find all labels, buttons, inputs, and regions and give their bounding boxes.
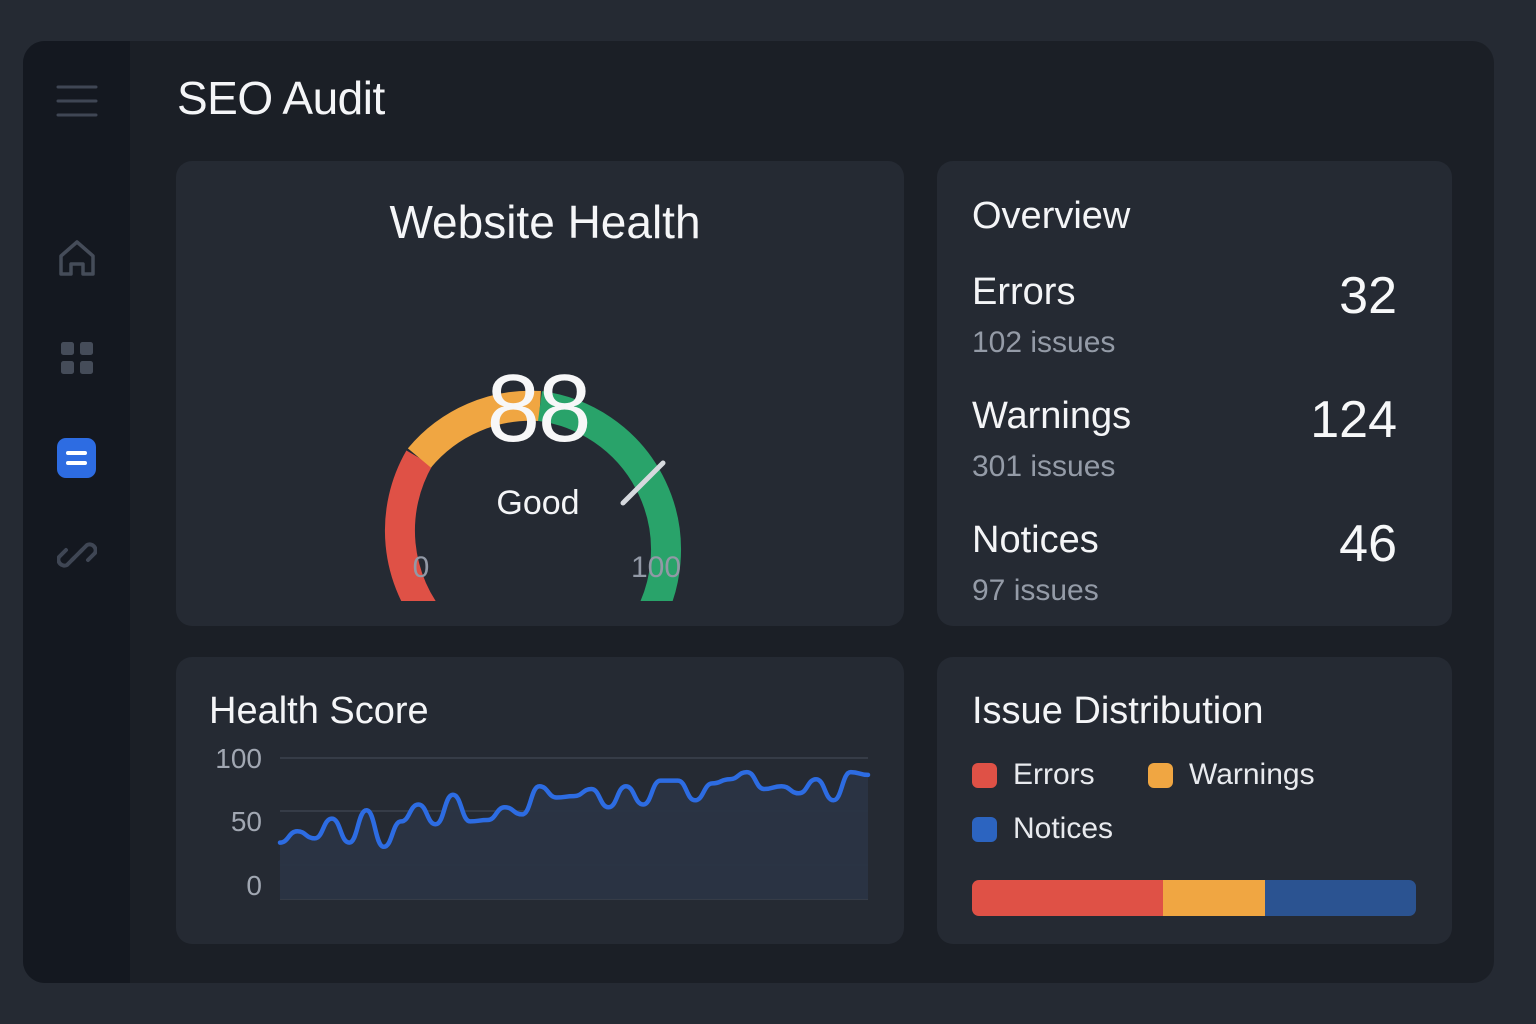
grid-icon[interactable] — [58, 339, 96, 377]
menu-icon[interactable] — [55, 81, 99, 121]
stat-value: 46 — [1339, 515, 1397, 573]
legend-label: Errors — [1013, 758, 1095, 791]
link-icon[interactable] — [57, 535, 97, 575]
sidebar — [23, 41, 130, 983]
y-tick-label: 100 — [215, 745, 262, 774]
stat-value: 124 — [1310, 391, 1397, 449]
stat-label: Warnings — [972, 395, 1132, 437]
issue-distribution-title: Issue Distribution — [972, 690, 1264, 732]
gauge-min-label: 0 — [412, 551, 430, 584]
overview-row-warnings[interactable]: Warnings 301 issues 124 — [972, 391, 1397, 485]
distribution-segment-errors — [972, 880, 1163, 916]
legend-label: Notices — [1013, 812, 1114, 845]
overview-title: Overview — [972, 195, 1131, 237]
legend-swatch-warnings — [1148, 762, 1173, 788]
y-tick-label: 0 — [246, 870, 262, 901]
health-score-card: Health Score 100 50 0 — [176, 657, 904, 944]
legend-warnings[interactable]: Warnings — [1148, 758, 1315, 792]
legend-swatch-notices — [972, 816, 997, 842]
health-score-chart: 100 50 0 — [215, 745, 871, 901]
overview-row-notices[interactable]: Notices 97 issues 46 — [972, 515, 1397, 609]
health-score-status: Good — [496, 484, 580, 522]
audit-icon[interactable] — [57, 438, 96, 478]
health-score-value: 88 — [486, 355, 592, 462]
website-health-card: Website Health 88 Good 0 100 — [176, 161, 904, 626]
legend-notices[interactable]: Notices — [972, 812, 1113, 846]
issue-distribution-card: Issue Distribution Errors Warnings Notic… — [937, 657, 1452, 944]
home-icon[interactable] — [56, 237, 98, 279]
overview-card: Overview Errors 102 issues 32 Warnings 3… — [937, 161, 1452, 626]
issue-distribution-bar — [972, 880, 1416, 916]
website-health-title: Website Health — [389, 196, 701, 248]
legend-errors[interactable]: Errors — [972, 758, 1095, 792]
distribution-segment-notices — [1265, 880, 1416, 916]
health-score-title: Health Score — [209, 690, 429, 732]
legend-label: Warnings — [1189, 758, 1315, 791]
gauge-max-label: 100 — [630, 551, 682, 584]
legend-swatch-errors — [972, 762, 997, 788]
stat-issues: 97 issues — [972, 574, 1099, 607]
stat-issues: 102 issues — [972, 326, 1116, 359]
page-title: SEO Audit — [177, 72, 385, 124]
overview-row-errors[interactable]: Errors 102 issues 32 — [972, 267, 1397, 361]
app-window: SEO Audit Website Health 88 Good 0 100 O… — [23, 41, 1494, 983]
stat-label: Notices — [972, 519, 1099, 561]
y-tick-label: 50 — [231, 806, 262, 837]
distribution-segment-warnings — [1162, 880, 1266, 916]
stat-label: Errors — [972, 271, 1076, 313]
stat-value: 32 — [1339, 267, 1397, 325]
health-score-area — [280, 772, 868, 899]
stat-issues: 301 issues — [972, 450, 1116, 483]
